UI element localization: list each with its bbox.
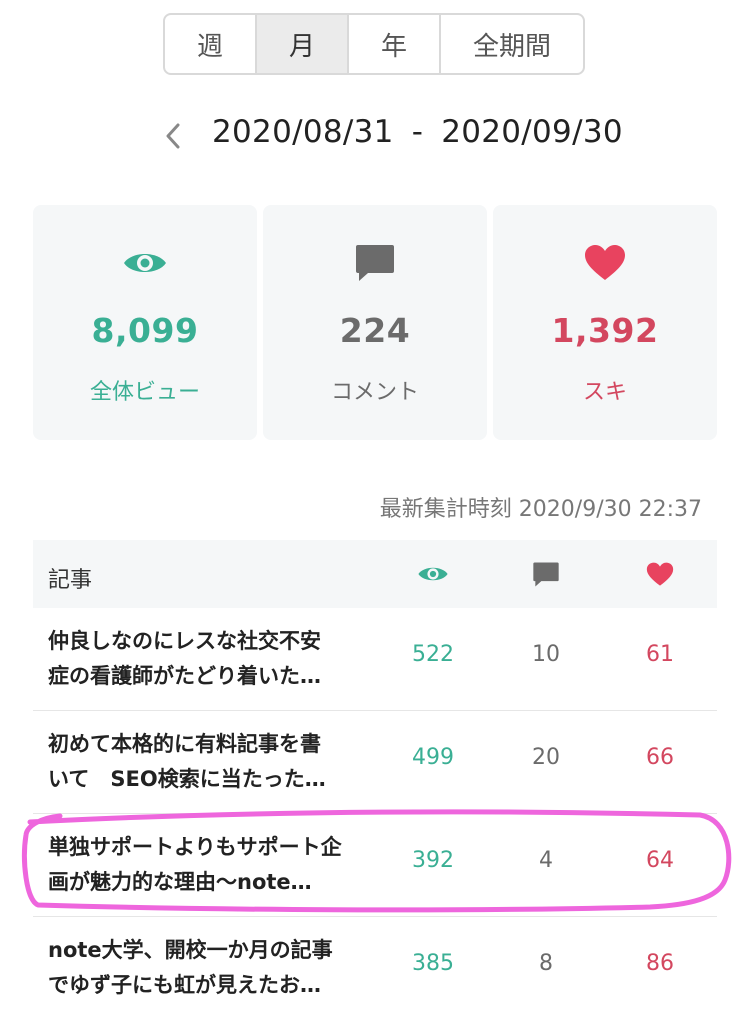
tab-all-time[interactable]: 全期間 bbox=[441, 15, 583, 73]
table-row[interactable]: 単独サポートよりもサポート企 画が魅力的な理由〜note… 392 4 64 bbox=[33, 814, 717, 917]
speech-bubble-icon bbox=[354, 243, 396, 283]
article-title-line: note大学、開校一か月の記事 bbox=[48, 938, 333, 962]
comments-label: コメント bbox=[330, 380, 419, 405]
comments-card: 224 コメント bbox=[263, 205, 487, 440]
article-title-line: でゆず子にも虹が見えたお… bbox=[48, 973, 321, 997]
period-tabs: 週 月 年 全期間 bbox=[163, 13, 585, 75]
eye-icon bbox=[413, 558, 453, 590]
article-views: 385 bbox=[412, 951, 454, 976]
heart-icon bbox=[584, 243, 626, 283]
speech-bubble-icon bbox=[526, 558, 566, 590]
likes-label: スキ bbox=[582, 380, 627, 405]
article-comments: 20 bbox=[532, 745, 560, 770]
article-title-line: いて SEO検索に当たった… bbox=[48, 767, 326, 791]
range-start: 2020/08/31 bbox=[212, 114, 394, 150]
heart-icon bbox=[640, 558, 680, 590]
article-title-line: 仲良しなのにレスな社交不安 bbox=[48, 629, 321, 653]
table-header: 記事 bbox=[33, 540, 717, 608]
article-title-line: 初めて本格的に有料記事を書 bbox=[48, 732, 321, 756]
tab-week[interactable]: 週 bbox=[165, 15, 257, 73]
article-likes: 61 bbox=[646, 642, 674, 667]
views-total: 8,099 bbox=[91, 311, 199, 350]
article-title[interactable]: note大学、開校一か月の記事 でゆず子にも虹が見えたお… bbox=[48, 933, 366, 1003]
article-views: 522 bbox=[412, 642, 454, 667]
views-label: 全体ビュー bbox=[89, 380, 200, 405]
column-header-article: 記事 bbox=[48, 568, 93, 593]
last-updated-time: 最新集計時刻 2020/9/30 22:37 bbox=[379, 497, 702, 522]
table-row[interactable]: note大学、開校一か月の記事 でゆず子にも虹が見えたお… 385 8 86 bbox=[33, 917, 717, 1011]
previous-period-button[interactable] bbox=[158, 116, 188, 156]
article-title-line: 単独サポートよりもサポート企 bbox=[48, 835, 342, 859]
article-views: 499 bbox=[412, 745, 454, 770]
tab-year[interactable]: 年 bbox=[349, 15, 441, 73]
likes-total: 1,392 bbox=[551, 311, 659, 350]
article-likes: 66 bbox=[646, 745, 674, 770]
article-views: 392 bbox=[412, 848, 454, 873]
range-separator: - bbox=[411, 114, 424, 150]
likes-card: 1,392 スキ bbox=[493, 205, 717, 440]
comments-total: 224 bbox=[339, 311, 411, 350]
article-title[interactable]: 仲良しなのにレスな社交不安 症の看護師がたどり着いた… bbox=[48, 624, 366, 694]
article-comments: 10 bbox=[532, 642, 560, 667]
article-title-line: 症の看護師がたどり着いた… bbox=[48, 664, 321, 688]
article-title[interactable]: 初めて本格的に有料記事を書 いて SEO検索に当たった… bbox=[48, 727, 366, 797]
article-comments: 8 bbox=[539, 951, 553, 976]
article-title-line: 画が魅力的な理由〜note… bbox=[48, 870, 312, 894]
article-title[interactable]: 単独サポートよりもサポート企 画が魅力的な理由〜note… bbox=[48, 830, 366, 900]
table-row[interactable]: 初めて本格的に有料記事を書 いて SEO検索に当たった… 499 20 66 bbox=[33, 711, 717, 814]
range-end: 2020/09/30 bbox=[441, 114, 623, 150]
article-likes: 86 bbox=[646, 951, 674, 976]
views-card: 8,099 全体ビュー bbox=[33, 205, 257, 440]
chevron-left-icon bbox=[166, 123, 180, 149]
date-range: 2020/08/31-2020/09/30 bbox=[0, 110, 750, 160]
date-range-text: 2020/08/31-2020/09/30 bbox=[212, 114, 623, 150]
eye-icon bbox=[122, 243, 168, 283]
table-row[interactable]: 仲良しなのにレスな社交不安 症の看護師がたどり着いた… 522 10 61 bbox=[33, 608, 717, 711]
article-likes: 64 bbox=[646, 848, 674, 873]
article-comments: 4 bbox=[539, 848, 553, 873]
tab-month[interactable]: 月 bbox=[257, 15, 349, 73]
